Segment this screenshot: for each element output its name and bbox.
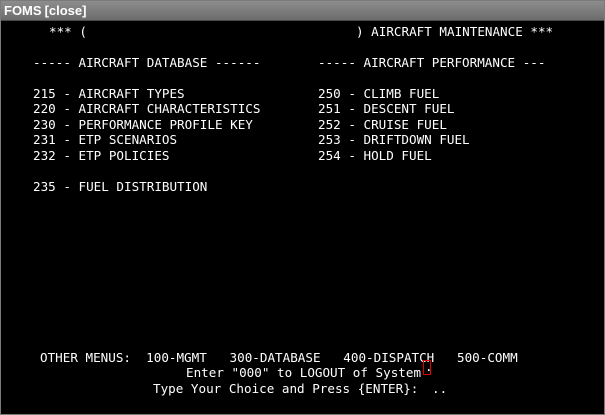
window-title: FOMS	[4, 2, 42, 18]
choice-input-value: .	[425, 359, 433, 374]
input-trailing-dots: ..	[432, 381, 448, 396]
close-button[interactable]: [close]	[45, 1, 87, 21]
menu-option-231: 231 - ETP SCENARIOS	[33, 132, 178, 147]
menu-option-251: 251 - DESCENT FUEL	[318, 101, 455, 116]
terminal-screen: *** ( ) AIRCRAFT MAINTENANCE *** ----- A…	[1, 22, 604, 414]
choice-input[interactable]: .	[423, 359, 433, 375]
menu-option-253: 253 - DRIFTDOWN FUEL	[318, 132, 470, 147]
menu-option-232: 232 - ETP POLICIES	[33, 148, 170, 163]
foms-window: FOMS [close] *** ( ) AIRCRAFT MAINTENANC…	[0, 0, 605, 415]
header-title: ) AIRCRAFT MAINTENANCE ***	[356, 24, 554, 39]
menu-option-215: 215 - AIRCRAFT TYPES	[33, 86, 185, 101]
menu-option-250: 250 - CLIMB FUEL	[318, 86, 440, 101]
menu-option-230: 230 - PERFORMANCE PROFILE KEY	[33, 117, 253, 132]
logout-hint: Enter "000" to LOGOUT of System	[186, 365, 422, 380]
title-bar: FOMS [close]	[1, 1, 604, 21]
performance-section-heading: ----- AIRCRAFT PERFORMANCE ---	[318, 55, 546, 70]
menu-option-252: 252 - CRUISE FUEL	[318, 117, 447, 132]
choice-prompt: Type Your Choice and Press {ENTER}:	[153, 381, 419, 396]
menu-option-254: 254 - HOLD FUEL	[318, 148, 432, 163]
menu-option-235: 235 - FUEL DISTRIBUTION	[33, 179, 208, 194]
database-section-heading: ----- AIRCRAFT DATABASE ------	[33, 55, 261, 70]
menu-option-220: 220 - AIRCRAFT CHARACTERISTICS	[33, 101, 261, 116]
other-menus-line: OTHER MENUS: 100-MGMT 300-DATABASE 400-D…	[40, 350, 518, 365]
header-left: *** (	[49, 24, 87, 39]
